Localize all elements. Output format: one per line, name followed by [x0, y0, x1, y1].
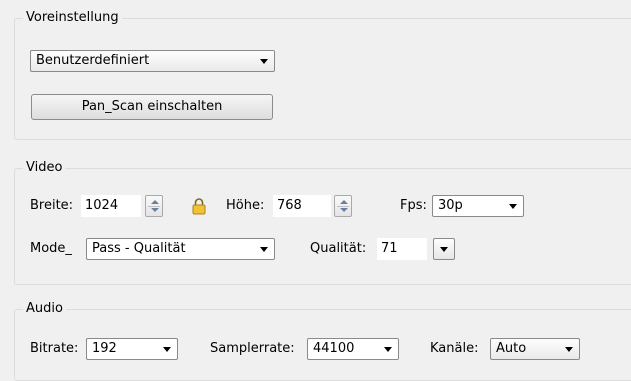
bitrate-select[interactable]: 192 [86, 338, 178, 360]
fps-label: Fps: [400, 198, 427, 213]
lock-icon[interactable] [192, 197, 206, 215]
samplerate-select[interactable]: 44100 [307, 338, 399, 360]
spin-down-icon [151, 208, 159, 212]
channels-label: Kanäle: [430, 341, 479, 356]
fps-value: 30p [438, 198, 463, 213]
chevron-down-icon [440, 247, 448, 252]
width-input[interactable]: 1024 [81, 195, 141, 217]
bitrate-label: Bitrate: [30, 341, 79, 356]
preset-legend: Voreinstellung [23, 10, 122, 25]
width-spinner[interactable] [145, 195, 163, 217]
quality-input[interactable]: 71 [377, 238, 427, 260]
chevron-down-icon [509, 204, 517, 209]
panscan-button[interactable]: Pan_Scan einschalten [31, 94, 273, 120]
preset-select-value: Benutzerdefiniert [36, 53, 150, 68]
video-legend: Video [23, 160, 66, 175]
fps-select[interactable]: 30p [432, 195, 524, 217]
audio-legend: Audio [23, 301, 66, 316]
width-value: 1024 [85, 198, 119, 213]
mode-label: Mode_ [30, 241, 72, 256]
preset-group: Voreinstellung [14, 10, 631, 140]
chevron-down-icon [260, 247, 268, 252]
samplerate-label: Samplerrate: [210, 341, 295, 356]
quality-dropdown[interactable] [433, 238, 455, 260]
height-spinner[interactable] [334, 195, 352, 217]
samplerate-value: 44100 [313, 341, 355, 356]
height-input[interactable]: 768 [273, 195, 331, 217]
quality-value: 71 [381, 241, 398, 256]
quality-label: Qualität: [310, 241, 367, 256]
channels-select[interactable]: Auto [490, 338, 580, 360]
spin-down-icon [340, 208, 348, 212]
chevron-down-icon [260, 59, 268, 64]
preset-select[interactable]: Benutzerdefiniert [30, 50, 275, 72]
channels-value: Auto [496, 341, 527, 356]
spin-up-icon [340, 200, 348, 204]
mode-select[interactable]: Pass - Qualität [86, 238, 275, 260]
video-group: Video [14, 160, 631, 285]
mode-value: Pass - Qualität [92, 241, 186, 256]
panscan-button-label: Pan_Scan einschalten [81, 99, 223, 114]
width-label: Breite: [30, 198, 74, 213]
spin-up-icon [151, 200, 159, 204]
height-label: Höhe: [226, 198, 265, 213]
chevron-down-icon [565, 347, 573, 352]
chevron-down-icon [163, 347, 171, 352]
chevron-down-icon [384, 347, 392, 352]
height-value: 768 [277, 198, 302, 213]
bitrate-value: 192 [92, 341, 117, 356]
